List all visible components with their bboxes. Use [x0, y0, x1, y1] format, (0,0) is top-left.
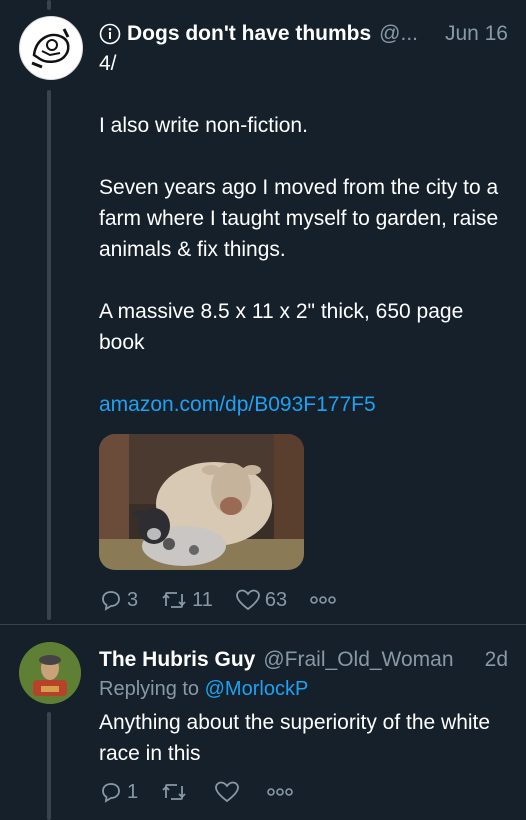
tweet-text-line [99, 79, 509, 110]
reply-count: 1 [127, 780, 139, 803]
tweet-header: The Hubris Guy @Frail_Old_Woman 2d [99, 648, 508, 672]
reply-icon [102, 783, 120, 803]
thread-line-2 [47, 712, 51, 820]
mention-link[interactable]: @MorlockP [205, 678, 309, 700]
heart-icon [235, 589, 260, 611]
tweet-text-line [99, 141, 509, 172]
more-icon [267, 788, 293, 796]
timestamp[interactable]: Jun 16 [445, 22, 508, 46]
avatar[interactable] [19, 642, 81, 704]
author-name[interactable]: Dogs don't have thumbs [127, 22, 371, 46]
tweet-header: Dogs don't have thumbs @... Jun 16 [99, 22, 508, 46]
tweet-body: 4/ I also write non-fiction. Seven years… [99, 48, 509, 420]
reply-button[interactable]: 3 [99, 588, 138, 612]
thread-line-1 [47, 90, 51, 620]
amazon-link[interactable]: amazon.com/dp/B093F177F5 [99, 393, 376, 416]
retweet-count: 11 [192, 588, 213, 611]
like-count: 63 [264, 588, 288, 611]
tweet-text: Anything about the superiority of the wh… [99, 711, 491, 765]
tweet-actions: 3 11 63 [99, 588, 363, 612]
tweet-text-line: Seven years ago I moved from the city to… [99, 176, 499, 261]
retweet-button[interactable]: 11 [160, 588, 213, 612]
replying-label: Replying to [99, 678, 200, 700]
replying-to: Replying to @MorlockP [99, 678, 308, 701]
tweet-text-line [99, 358, 509, 389]
like-button[interactable]: 63 [235, 588, 287, 612]
info-icon [99, 23, 121, 45]
more-options-button[interactable] [266, 787, 298, 797]
like-button[interactable] [214, 780, 244, 804]
tweet-text-line: I also write non-fiction. [99, 114, 308, 137]
timestamp[interactable]: 2d [485, 648, 508, 672]
heart-icon [215, 781, 240, 803]
author-handle[interactable]: @... [379, 22, 418, 46]
tweet-divider [0, 624, 526, 625]
tweet-text-line [99, 265, 509, 296]
retweet-icon [162, 592, 186, 608]
reply-icon [102, 591, 120, 611]
tweet-body: Anything about the superiority of the wh… [99, 707, 509, 769]
reply-button[interactable]: 1 [99, 780, 138, 804]
avatar[interactable] [19, 16, 83, 80]
author-name[interactable]: The Hubris Guy [99, 648, 255, 672]
author-handle[interactable]: @Frail_Old_Woman [263, 648, 453, 672]
retweet-button[interactable] [160, 780, 192, 804]
more-icon [310, 596, 336, 604]
tweet-actions: 1 [99, 780, 320, 804]
reply-count: 3 [127, 588, 139, 611]
retweet-icon [162, 784, 186, 800]
tweet-text-line: 4/ [99, 52, 117, 75]
thread-line-top [47, 0, 51, 10]
tweet-photo[interactable] [99, 434, 304, 570]
tweet-text-line: A massive 8.5 x 11 x 2" thick, 650 page … [99, 300, 464, 354]
more-options-button[interactable] [309, 595, 341, 605]
